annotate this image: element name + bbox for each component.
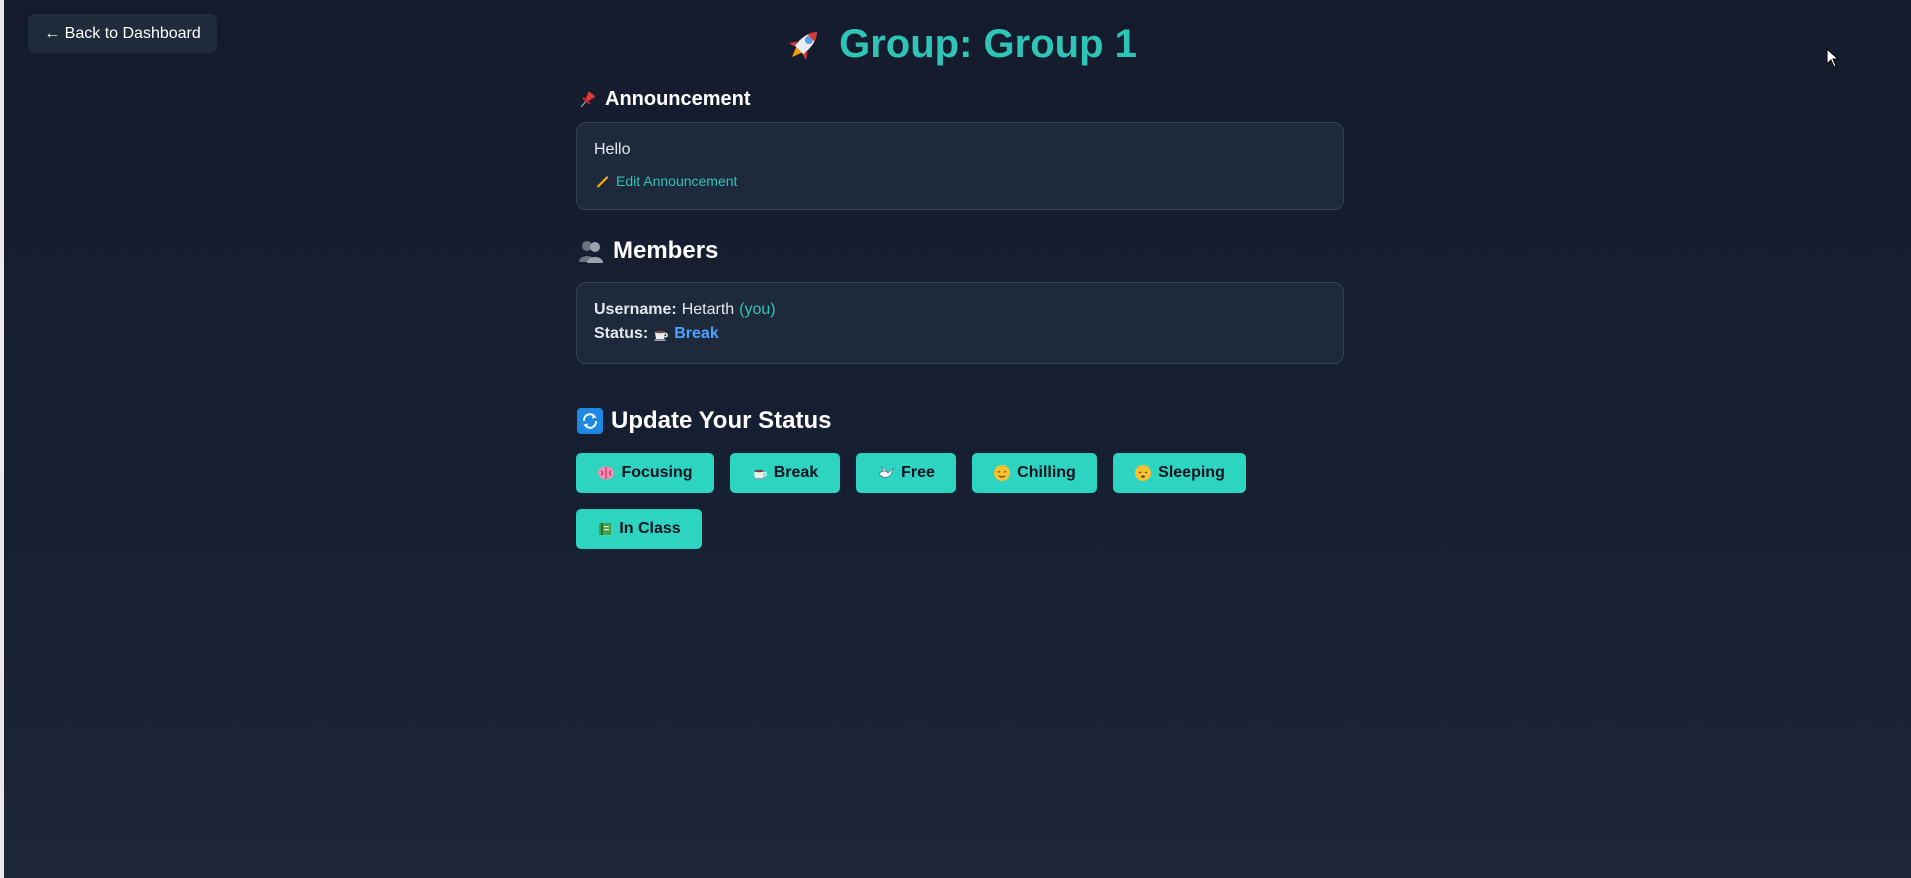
announcement-card: Hello Edit Announcement xyxy=(576,122,1344,210)
members-heading-text: Members xyxy=(613,237,719,264)
member-status: Break xyxy=(674,325,719,342)
member-status-row: Status: Break xyxy=(594,325,719,343)
status-button-chilling[interactable]: Chilling xyxy=(972,453,1097,493)
status-button-sleeping[interactable]: Sleeping xyxy=(1113,453,1246,493)
edit-announcement-link[interactable]: Edit Announcement xyxy=(594,173,737,189)
coffee-icon xyxy=(752,465,768,481)
update-status-heading: Update Your Status xyxy=(577,407,831,435)
update-status-heading-text: Update Your Status xyxy=(611,407,832,434)
sleeping-face-icon xyxy=(1134,464,1152,482)
status-button-label[interactable]: Break xyxy=(774,464,818,482)
book-icon xyxy=(597,521,613,537)
mouse-cursor-icon xyxy=(1826,47,1840,73)
brain-icon xyxy=(597,465,615,481)
page-header: Group: Group 1 xyxy=(0,22,1911,67)
status-button-label[interactable]: Focusing xyxy=(621,464,692,482)
page-title: Group: Group 1 xyxy=(839,22,1137,66)
refresh-icon xyxy=(577,408,603,434)
status-button-label[interactable]: Free xyxy=(901,464,935,482)
announcement-text: Hello xyxy=(594,141,631,158)
announcement-heading-text: Announcement xyxy=(605,88,751,110)
status-button-in-class[interactable]: In Class xyxy=(576,509,702,549)
status-label: Status: xyxy=(594,325,649,342)
member-card: Username: Hetarth (you) Status: Break xyxy=(576,282,1344,364)
coffee-icon xyxy=(653,326,669,342)
username-label: Username: xyxy=(594,301,677,318)
relaxed-face-icon xyxy=(993,464,1011,482)
member-username-row: Username: Hetarth (you) xyxy=(594,301,776,319)
status-button-label[interactable]: Sleeping xyxy=(1158,464,1225,482)
status-button-free[interactable]: Free xyxy=(856,453,956,493)
rocket-icon xyxy=(783,24,825,66)
people-icon xyxy=(577,238,605,264)
status-button-focusing[interactable]: Focusing xyxy=(576,453,714,493)
announcement-heading: Announcement xyxy=(577,88,751,111)
pencil-icon xyxy=(594,173,610,189)
pushpin-icon xyxy=(577,90,597,110)
status-button-break[interactable]: Break xyxy=(730,453,840,493)
members-heading: Members xyxy=(577,237,718,265)
you-tag: (you) xyxy=(739,301,776,318)
status-button-label[interactable]: In Class xyxy=(619,520,680,538)
status-button-label[interactable]: Chilling xyxy=(1017,464,1076,482)
dove-icon xyxy=(877,465,895,481)
member-username: Hetarth xyxy=(681,301,735,318)
edit-announcement-label[interactable]: Edit Announcement xyxy=(616,173,737,189)
window-edge xyxy=(0,0,4,878)
